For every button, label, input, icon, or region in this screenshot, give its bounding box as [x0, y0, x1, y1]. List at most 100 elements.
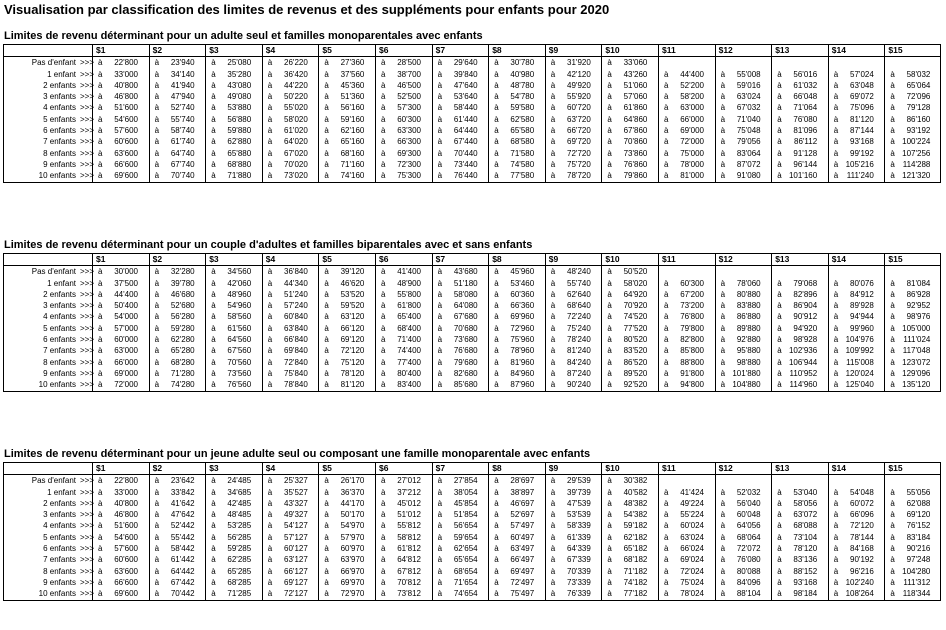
range-separator: à	[211, 148, 216, 158]
range-separator: à	[267, 92, 273, 102]
range-separator: à	[154, 92, 160, 102]
income-value: 52'680	[170, 301, 195, 311]
income-value: 83'520	[623, 346, 648, 356]
range-separator: à	[324, 103, 329, 113]
income-value: 51'600	[114, 103, 138, 113]
range-separator: à	[833, 380, 839, 390]
range-separator: à	[211, 357, 216, 367]
income-value: 59'880	[227, 126, 252, 136]
range-separator: à	[98, 476, 103, 486]
range-separator: à	[267, 476, 273, 486]
income-value: 90'192	[850, 555, 874, 565]
range-separator: à	[494, 137, 499, 147]
income-value: 110'952	[789, 368, 818, 378]
column-header: $10	[605, 463, 620, 473]
income-value: 118'344	[902, 589, 931, 599]
income-value: 71'654	[453, 577, 478, 587]
income-value: 63'600	[114, 148, 138, 158]
row-label: 4 enfants	[43, 103, 76, 113]
range-separator: à	[607, 103, 612, 113]
range-separator: à	[890, 498, 895, 508]
range-separator: à	[154, 323, 160, 333]
range-separator: à	[154, 544, 160, 554]
range-separator: à	[550, 171, 556, 181]
column-header: $8	[492, 463, 502, 473]
range-separator: à	[154, 148, 160, 158]
column-header: $8	[492, 254, 502, 264]
range-separator: à	[324, 335, 329, 345]
income-value: 39'120	[340, 267, 365, 277]
range-separator: à	[890, 577, 895, 587]
range-separator: à	[494, 498, 499, 508]
income-value: 77'182	[623, 589, 648, 599]
range-separator: à	[550, 357, 556, 367]
range-separator: à	[324, 137, 329, 147]
income-value: 72'072	[736, 544, 761, 554]
income-value: 23'940	[170, 58, 195, 68]
income-value: 64'440	[453, 126, 478, 136]
range-separator: à	[494, 335, 499, 345]
range-separator: à	[833, 92, 839, 102]
income-value: 72'000	[114, 380, 138, 390]
range-separator: à	[98, 577, 103, 587]
income-value: 38'897	[510, 487, 535, 497]
range-separator: à	[890, 510, 895, 520]
income-value: 65'160	[340, 137, 365, 147]
column-header: $12	[718, 45, 733, 55]
income-value: 73'680	[453, 335, 478, 345]
range-separator: à	[494, 380, 499, 390]
range-separator: à	[607, 312, 612, 322]
range-separator: à	[777, 510, 782, 520]
income-value: 93'168	[850, 137, 874, 147]
range-separator: à	[833, 532, 839, 542]
income-value: 77'580	[510, 171, 535, 181]
range-separator: à	[267, 532, 273, 542]
income-value: 75'300	[397, 171, 421, 181]
income-value: 53'040	[793, 487, 818, 497]
income-value: 25'327	[284, 476, 308, 486]
range-separator: à	[437, 69, 443, 79]
range-separator: à	[494, 92, 499, 102]
income-value: 64'860	[623, 114, 648, 124]
range-separator: à	[437, 577, 443, 587]
row-label: 3 enfants	[43, 92, 76, 102]
income-value: 57'600	[114, 544, 138, 554]
range-separator: à	[381, 58, 386, 68]
income-value: 37'500	[114, 278, 138, 288]
range-separator: à	[437, 148, 443, 158]
income-value: 61'860	[623, 103, 648, 113]
range-separator: à	[494, 278, 499, 288]
income-value: 42'485	[227, 498, 252, 508]
range-separator: à	[267, 498, 273, 508]
range-separator: à	[890, 566, 895, 576]
range-separator: à	[267, 114, 273, 124]
range-separator: à	[267, 566, 273, 576]
range-separator: à	[437, 544, 443, 554]
income-value: 38'700	[397, 69, 421, 79]
range-separator: à	[154, 380, 160, 390]
range-separator: à	[720, 114, 726, 124]
income-value: 65'880	[227, 148, 252, 158]
income-value: 92'520	[623, 380, 648, 390]
range-separator: à	[550, 498, 556, 508]
income-value: 71'285	[227, 589, 252, 599]
income-value: 69'600	[114, 589, 138, 599]
range-separator: à	[267, 577, 273, 587]
range-separator: à	[550, 137, 556, 147]
income-value: 66'970	[340, 566, 365, 576]
income-value: 64'056	[736, 521, 761, 531]
range-separator: à	[833, 335, 839, 345]
page-title: Visualisation par classification des lim…	[4, 2, 610, 17]
income-value: 69'960	[510, 312, 535, 322]
range-separator: à	[777, 80, 782, 90]
income-value: 52'500	[397, 92, 421, 102]
income-value: 68'182	[623, 555, 648, 565]
income-value: 68'160	[340, 148, 365, 158]
range-separator: à	[381, 289, 386, 299]
range-separator: à	[98, 80, 103, 90]
income-value: 54'600	[114, 114, 138, 124]
income-value: 27'854	[453, 476, 478, 486]
income-value: 63'072	[793, 510, 818, 520]
income-value: 60'072	[850, 498, 874, 508]
range-separator: à	[833, 346, 839, 356]
